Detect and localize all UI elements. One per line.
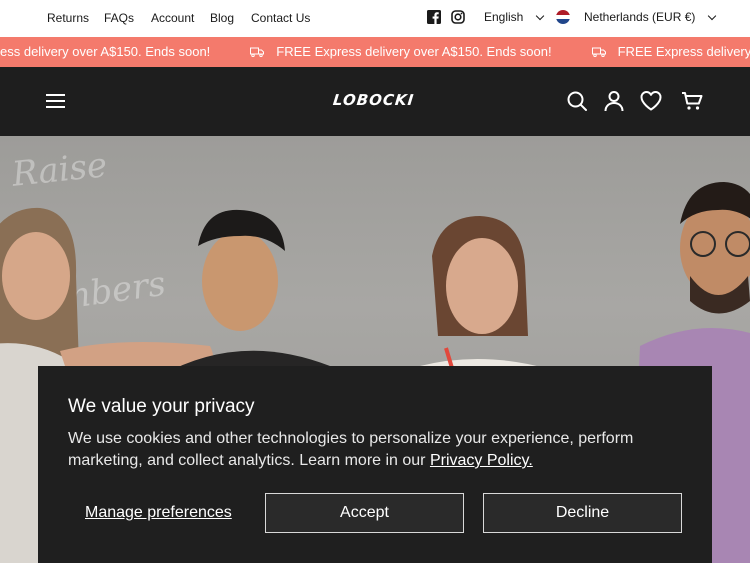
utility-bar: Returns FAQs Account Blog Contact Us Eng… (0, 0, 750, 37)
blog-link[interactable]: Blog (210, 11, 234, 25)
region-selector[interactable]: Netherlands (EUR €) (556, 10, 717, 24)
truck-icon (591, 47, 606, 57)
faqs-link[interactable]: FAQs (104, 11, 134, 25)
manage-preferences-link[interactable]: Manage preferences (85, 504, 232, 522)
site-logo[interactable]: LOBOCKI (332, 91, 415, 109)
truck-icon (250, 47, 265, 57)
account-icon[interactable] (603, 90, 625, 112)
contact-us-link[interactable]: Contact Us (251, 11, 310, 25)
cookie-title: We value your privacy (68, 396, 255, 417)
chevron-down-icon (536, 11, 545, 20)
decline-button[interactable]: Decline (483, 493, 682, 533)
returns-link[interactable]: Returns (47, 11, 89, 25)
account-link[interactable]: Account (151, 11, 194, 25)
menu-icon[interactable] (46, 94, 65, 108)
announcement-bar: ess delivery over A$150. Ends soon! FREE… (0, 37, 750, 67)
search-icon[interactable] (566, 90, 588, 112)
announcement-item: FREE Express delivery over A$15 (591, 44, 750, 59)
accept-button[interactable]: Accept (265, 493, 464, 533)
facebook-icon[interactable] (427, 10, 441, 24)
cart-icon[interactable] (681, 90, 703, 112)
language-selector[interactable]: English (484, 10, 545, 24)
site-header: LOBOCKI (0, 67, 750, 136)
netherlands-flag-icon (556, 10, 570, 24)
wishlist-heart-icon[interactable] (640, 90, 662, 112)
cookie-consent-banner: We value your privacy We use cookies and… (38, 366, 712, 563)
instagram-icon[interactable] (451, 10, 465, 24)
announcement-item: ess delivery over A$150. Ends soon! (0, 44, 211, 59)
cookie-body: We use cookies and other technologies to… (68, 430, 634, 469)
announcement-marquee: ess delivery over A$150. Ends soon! FREE… (0, 44, 750, 59)
region-label: Netherlands (EUR €) (584, 10, 696, 24)
chevron-down-icon (708, 11, 717, 20)
announcement-item: FREE Express delivery over A$150. Ends s… (250, 44, 552, 59)
language-label: English (484, 10, 524, 24)
privacy-policy-link[interactable]: Privacy Policy. (430, 452, 533, 469)
